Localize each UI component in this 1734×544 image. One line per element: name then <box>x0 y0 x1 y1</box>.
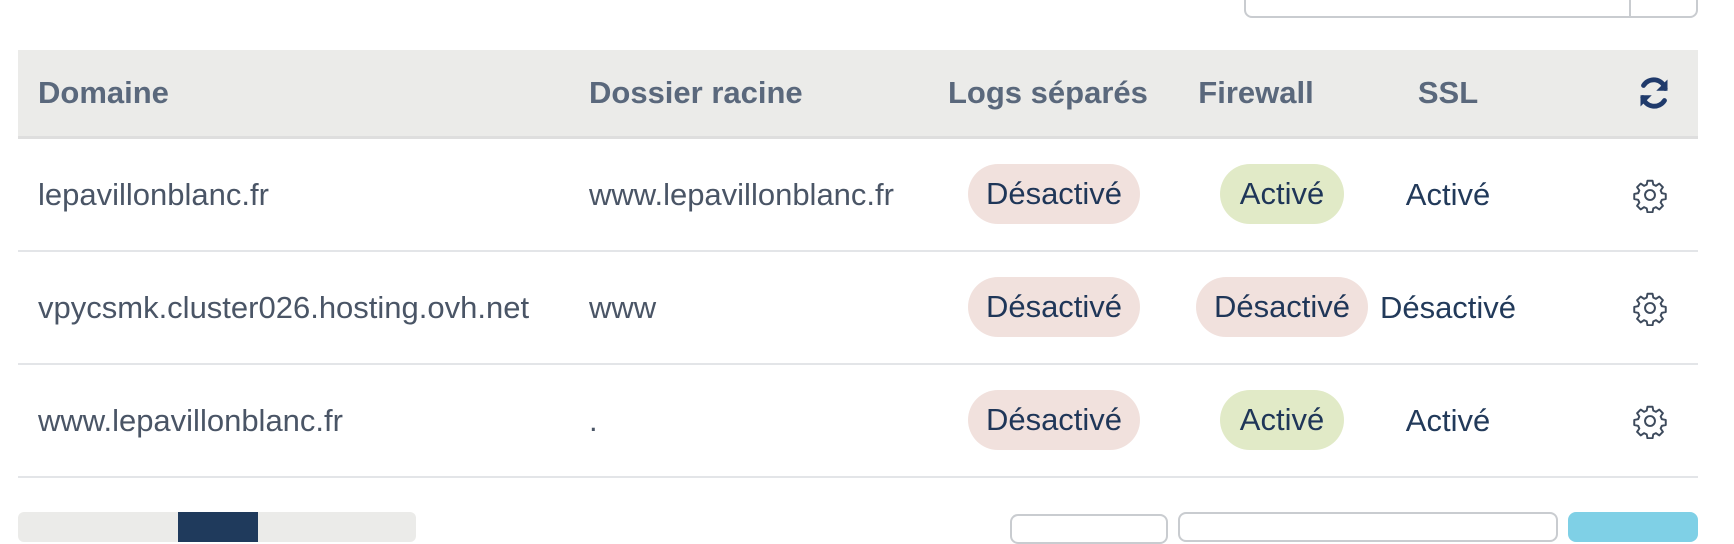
root-folder-cell: www <box>589 290 657 325</box>
column-header-domain[interactable]: Domaine <box>38 50 169 136</box>
pagination-current-page[interactable] <box>178 512 258 542</box>
filter-input[interactable] <box>1178 512 1558 542</box>
table-row: vpycsmk.cluster026.hosting.ovh.net www D… <box>18 252 1698 365</box>
search-input[interactable] <box>1244 0 1698 18</box>
firewall-status-badge: Activé <box>1220 390 1344 450</box>
gear-icon[interactable] <box>1632 290 1668 326</box>
domain-cell: www.lepavillonblanc.fr <box>38 403 343 438</box>
domain-cell: lepavillonblanc.fr <box>38 177 269 212</box>
ssl-status: Désactivé <box>1379 290 1517 325</box>
gear-icon[interactable] <box>1632 403 1668 439</box>
action-button[interactable] <box>1568 512 1698 542</box>
ssl-status: Activé <box>1405 177 1491 212</box>
gear-icon[interactable] <box>1632 177 1668 213</box>
pagination <box>18 512 416 542</box>
domains-table: Domaine Dossier racine Logs séparés Fire… <box>18 50 1698 478</box>
table-row: www.lepavillonblanc.fr . Désactivé Activ… <box>18 365 1698 478</box>
search-divider <box>1629 0 1631 16</box>
domain-cell: vpycsmk.cluster026.hosting.ovh.net <box>38 290 530 325</box>
page-size-select[interactable] <box>1010 514 1168 544</box>
refresh-icon[interactable] <box>1636 75 1672 111</box>
table-header: Domaine Dossier racine Logs séparés Fire… <box>18 50 1698 139</box>
table-row: lepavillonblanc.fr www.lepavillonblanc.f… <box>18 139 1698 252</box>
logs-status-badge: Désactivé <box>968 390 1140 450</box>
root-folder-cell: www.lepavillonblanc.fr <box>589 177 894 212</box>
root-folder-cell: . <box>589 403 598 438</box>
column-header-firewall[interactable]: Firewall <box>1168 50 1344 136</box>
column-header-ssl[interactable]: SSL <box>1358 50 1538 136</box>
firewall-status-badge: Activé <box>1220 164 1344 224</box>
column-header-root-folder[interactable]: Dossier racine <box>589 50 803 136</box>
column-header-logs[interactable]: Logs séparés <box>948 50 1148 136</box>
ssl-status: Activé <box>1405 403 1491 438</box>
firewall-status-badge: Désactivé <box>1196 277 1368 337</box>
logs-status-badge: Désactivé <box>968 277 1140 337</box>
logs-status-badge: Désactivé <box>968 164 1140 224</box>
